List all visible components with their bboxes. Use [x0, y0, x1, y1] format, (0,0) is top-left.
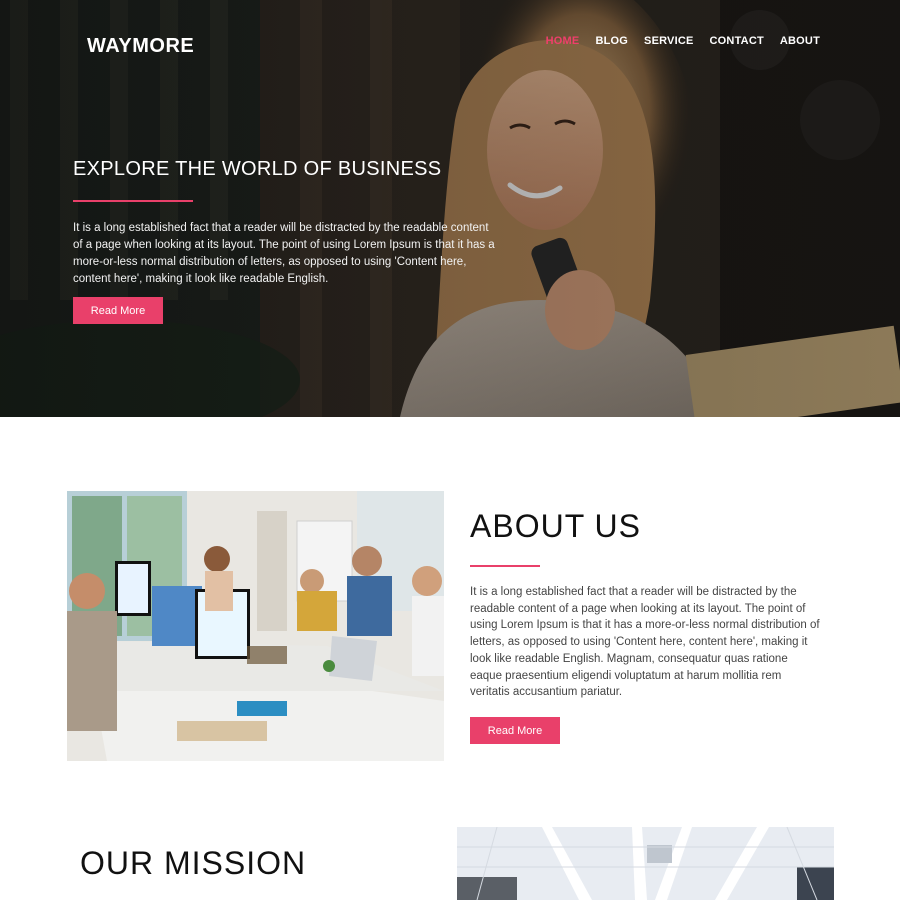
nav-item-contact[interactable]: CONTACT: [710, 35, 764, 47]
nav-item-service[interactable]: SERVICE: [644, 35, 694, 47]
brand-logo[interactable]: WAYMORE: [87, 35, 194, 58]
hero-overlay: [0, 0, 900, 417]
nav-item-about[interactable]: ABOUT: [780, 35, 820, 47]
about-divider: [470, 565, 540, 567]
hero-read-more-button[interactable]: Read More: [73, 297, 163, 324]
nav-item-home[interactable]: HOME: [546, 35, 580, 47]
hero-divider: [73, 200, 193, 202]
main-nav: HOME BLOG SERVICE CONTACT ABOUT: [546, 35, 820, 47]
about-title: ABOUT US: [470, 508, 641, 544]
nav-item-blog[interactable]: BLOG: [595, 35, 628, 47]
mission-image: [457, 827, 834, 900]
hero-section: WAYMORE HOME BLOG SERVICE CONTACT ABOUT …: [0, 0, 900, 417]
about-text: It is a long established fact that a rea…: [470, 586, 820, 699]
hero-text: It is a long established fact that a rea…: [73, 222, 495, 285]
about-read-more-button[interactable]: Read More: [470, 717, 560, 744]
about-office-image: [67, 491, 444, 761]
mission-title: OUR MISSION: [80, 845, 307, 881]
hero-title: EXPLORE THE WORLD OF BUSINESS: [73, 158, 442, 180]
